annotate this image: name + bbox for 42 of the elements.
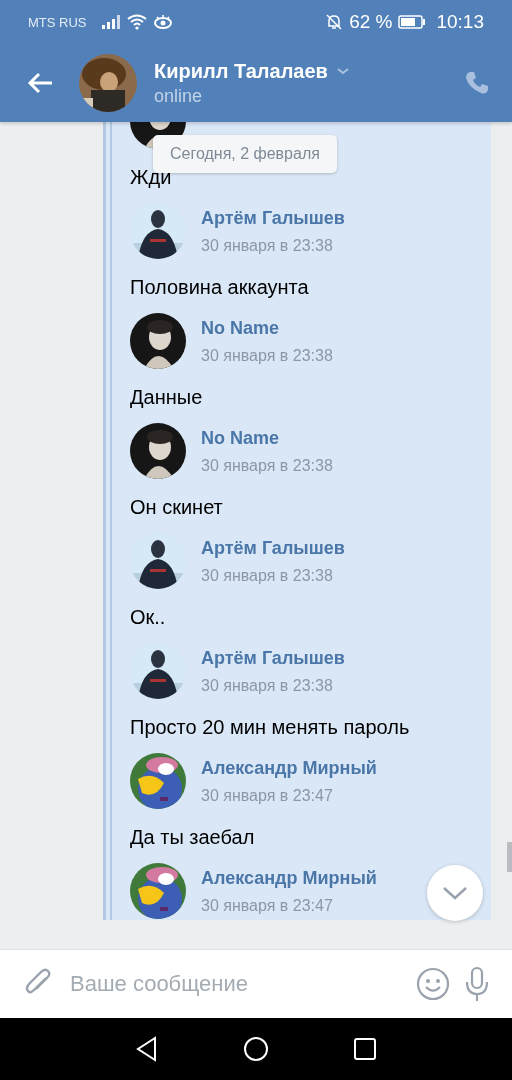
message-text: Да ты заебал (130, 825, 256, 850)
message-text: Он скинет (130, 495, 224, 520)
muted-bell-icon (325, 13, 344, 31)
battery-percent: 62 % (349, 11, 393, 33)
sender-name[interactable]: Александр Мирный (201, 867, 377, 889)
sender-name[interactable]: No Name (201, 427, 333, 449)
sender-name[interactable]: No Name (201, 317, 333, 339)
battery-icon (398, 15, 427, 29)
sender-name[interactable]: Артём Галышев (201, 537, 345, 559)
eye-icon (152, 14, 173, 30)
sender-name[interactable]: Александр Мирный (201, 757, 377, 779)
back-icon[interactable] (135, 1036, 159, 1062)
message-text: Просто 20 мин менять пароль (130, 715, 411, 740)
chevron-down-icon (442, 885, 468, 901)
message-input[interactable]: Ваше сообщение (68, 970, 402, 998)
carrier-name: MTS RUS (28, 14, 87, 30)
message-time: 30 января в 23:38 (201, 566, 334, 585)
chevron-down-icon[interactable] (335, 66, 350, 76)
message-time: 30 января в 23:38 (201, 346, 333, 365)
wifi-icon (126, 14, 147, 30)
signal-icon (100, 14, 121, 30)
message-time: 30 января в 23:47 (201, 896, 334, 915)
contact-name[interactable]: Кирилл Талалаев (154, 59, 328, 83)
message-text: Половина аккаунта (130, 275, 310, 300)
home-icon[interactable] (243, 1036, 269, 1062)
smiley-icon[interactable] (416, 967, 450, 1001)
message-time: 30 января в 23:38 (201, 676, 334, 695)
phone-icon[interactable] (464, 70, 490, 96)
message-time: 30 января в 23:38 (201, 236, 334, 255)
scrollbar[interactable] (507, 842, 512, 872)
clock-time: 10:13 (436, 11, 484, 33)
date-badge: Сегодня, 2 февраля (153, 135, 337, 173)
online-status: online (154, 85, 204, 107)
back-arrow-icon[interactable] (26, 71, 54, 95)
recents-icon[interactable] (353, 1037, 377, 1061)
message-text: Ок.. (130, 605, 167, 630)
message-time: 30 января в 23:47 (201, 786, 334, 805)
message-text: Данные (130, 385, 204, 410)
sender-name[interactable]: Артём Галышев (201, 647, 345, 669)
sender-name[interactable]: Артём Галышев (201, 207, 345, 229)
message-time: 30 января в 23:38 (201, 456, 333, 475)
microphone-icon[interactable] (464, 966, 490, 1002)
